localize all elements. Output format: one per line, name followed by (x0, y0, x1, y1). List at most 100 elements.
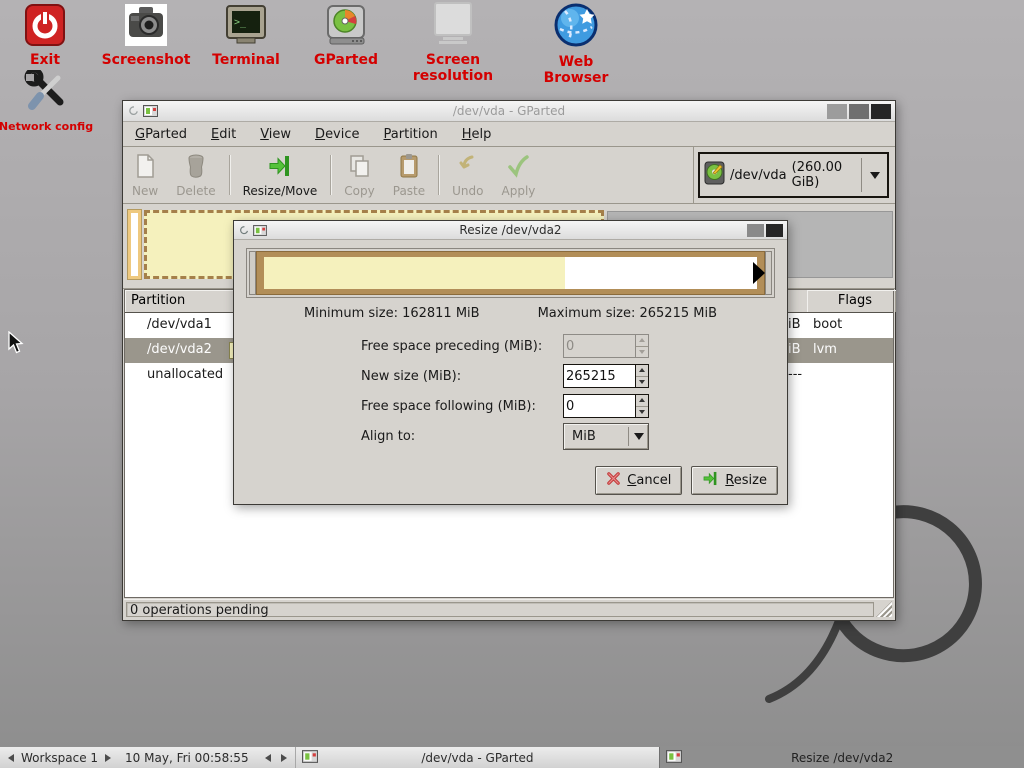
left-resize-handle[interactable] (249, 251, 256, 295)
window-title: /dev/vda - GParted (123, 104, 895, 118)
pending-operations-status: 0 operations pending (126, 602, 874, 617)
desktop-icon-exit[interactable]: Exit (0, 4, 93, 68)
desktop-icon-screenshot[interactable]: Screenshot (98, 4, 194, 68)
free-space-following-spinner[interactable] (563, 394, 649, 418)
gparted-titlebar[interactable]: /dev/vda - GParted (123, 101, 895, 122)
field-free-space-following: Free space following (MiB): (361, 393, 649, 419)
toolbar-new-button[interactable]: New (123, 150, 167, 201)
statusbar: 0 operations pending (124, 599, 894, 619)
desktop-icon-label: Terminal (198, 52, 294, 68)
task-next-icon[interactable] (281, 754, 287, 762)
menu-edit[interactable]: Edit (211, 127, 236, 142)
column-header-flags[interactable]: Flags (807, 290, 896, 312)
device-selector-area: /dev/vda (260.00 GiB) (693, 147, 893, 203)
taskbar-item-resize-dialog[interactable]: Resize /dev/vda2 (659, 747, 1024, 768)
workspace-prev-icon[interactable] (8, 754, 14, 762)
maximum-size-label: Maximum size: 265215 MiB (538, 306, 717, 321)
new-size-input[interactable] (564, 365, 635, 387)
close-button[interactable] (766, 224, 783, 237)
drag-arrow-icon[interactable] (753, 262, 765, 284)
resize-grip[interactable] (876, 601, 892, 617)
hard-drive-icon (704, 161, 725, 189)
resize-arrow-icon (702, 470, 719, 491)
minimize-button[interactable] (827, 104, 847, 119)
chevron-down-icon (870, 172, 880, 179)
toolbar-paste-button[interactable]: Paste (384, 150, 434, 201)
free-space-preceding-input (564, 335, 635, 357)
maximize-button[interactable] (849, 104, 869, 119)
gparted-app-icon (666, 750, 682, 766)
desktop-icon-label: Web Browser (528, 54, 624, 86)
taskbar-item-gparted[interactable]: /dev/vda - GParted (295, 747, 660, 768)
menu-gparted[interactable]: GParted (135, 127, 187, 142)
task-prev-icon[interactable] (265, 754, 271, 762)
workspace-next-icon[interactable] (105, 754, 111, 762)
svg-text:>_: >_ (234, 17, 247, 28)
menu-help[interactable]: Help (462, 127, 492, 142)
new-size-spinner[interactable] (563, 364, 649, 388)
device-selector[interactable]: /dev/vda (260.00 GiB) (698, 152, 889, 198)
menu-device[interactable]: Device (315, 127, 359, 142)
field-align-to: Align to: MiB (361, 423, 649, 449)
terminal-icon: >_ (225, 4, 267, 50)
gparted-drive-icon (325, 4, 367, 50)
toolbar-apply-button[interactable]: Apply (493, 150, 545, 201)
toolbar-separator (438, 155, 439, 195)
free-space-preceding-spinner (563, 334, 649, 358)
spin-up-button[interactable] (636, 395, 648, 406)
partition-used-space (264, 257, 565, 289)
toolbar-separator (330, 155, 331, 195)
monitor-icon (431, 2, 475, 50)
menu-view[interactable]: View (260, 127, 291, 142)
new-partition-icon (133, 153, 157, 182)
spin-up-button[interactable] (636, 365, 648, 376)
workspace-label[interactable]: Workspace 1 (21, 751, 98, 765)
desktop-icon-label: Network config (0, 120, 94, 133)
paste-clipboard-icon (397, 153, 421, 182)
menu-partition[interactable]: Partition (384, 127, 438, 142)
maximize-button[interactable] (747, 224, 764, 237)
cancel-button[interactable]: Cancel (595, 466, 682, 495)
free-space-following-input[interactable] (564, 395, 635, 417)
desktop-icon-label: Screenshot (98, 52, 194, 68)
dialog-titlebar[interactable]: Resize /dev/vda2 (234, 221, 787, 240)
camera-icon (125, 4, 167, 50)
toolbar-delete-button[interactable]: Delete (167, 150, 224, 201)
partition-frame (256, 251, 765, 295)
chevron-down-icon (629, 433, 648, 440)
desktop-icon-gparted[interactable]: GParted (298, 4, 394, 68)
align-to-value: MiB (564, 429, 628, 444)
copy-icon (348, 153, 372, 182)
gparted-app-icon (253, 221, 267, 240)
partition-block-vda1[interactable] (128, 210, 141, 279)
desktop-icon-terminal[interactable]: >_ Terminal (198, 4, 294, 68)
field-new-size: New size (MiB): (361, 363, 649, 389)
toolbar-resize-move-button[interactable]: Resize/Move (234, 150, 327, 201)
desktop-icon-web-browser[interactable]: Web Browser (528, 2, 624, 86)
menubar: GParted Edit View Device Partition Help (123, 122, 895, 147)
clock: 10 May, Fri 00:58:55 (125, 751, 249, 765)
resize-slider[interactable] (246, 248, 775, 298)
field-free-space-preceding: Free space preceding (MiB): (361, 333, 649, 359)
right-resize-handle[interactable] (765, 251, 772, 295)
column-header-partition[interactable]: Partition (125, 290, 235, 312)
desktop-icon-label: Screen resolution (405, 52, 501, 84)
spin-down-button[interactable] (636, 406, 648, 418)
partition-free-space (264, 257, 757, 289)
toolbar-copy-button[interactable]: Copy (335, 150, 383, 201)
desktop-icon-label: Exit (0, 52, 93, 68)
desktop-icon-screen-resolution[interactable]: Screen resolution (405, 2, 501, 84)
desktop-icon-network-config[interactable]: Network config (0, 70, 94, 133)
device-size: (260.00 GiB) (792, 160, 852, 190)
minimum-size-label: Minimum size: 162811 MiB (304, 306, 480, 321)
dialog-title: Resize /dev/vda2 (234, 223, 787, 237)
resize-button[interactable]: Resize (691, 466, 778, 495)
spin-down-button[interactable] (636, 376, 648, 388)
device-path: /dev/vda (730, 168, 787, 183)
taskbar: Workspace 1 10 May, Fri 00:58:55 /dev/vd… (0, 746, 1024, 768)
toolbar: New Delete Resize/Move Copy Paste (123, 147, 895, 204)
gparted-app-icon (143, 102, 158, 121)
close-button[interactable] (871, 104, 891, 119)
align-to-dropdown[interactable]: MiB (563, 423, 649, 450)
toolbar-undo-button[interactable]: Undo (443, 150, 492, 201)
